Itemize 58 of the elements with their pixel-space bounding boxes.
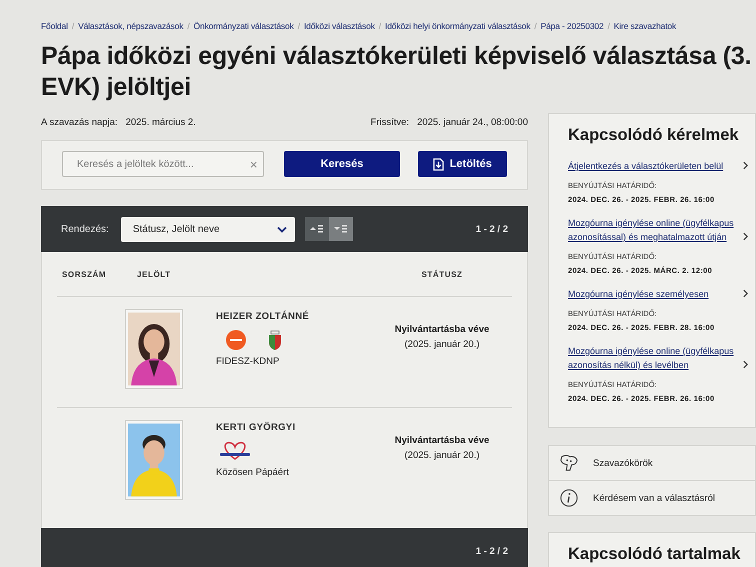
request-link[interactable]: Átjelentkezés a választókerületen belül	[568, 159, 748, 173]
column-header: STÁTUSZ	[420, 270, 464, 278]
chevron-down-icon	[276, 226, 287, 232]
breadcrumb-separator: /	[298, 21, 300, 31]
card-title: Kapcsolódó kérelmek	[568, 126, 740, 145]
column-header: SORSZÁM	[61, 270, 108, 278]
candidate-name: KERTI GYÖRGYI	[216, 422, 296, 433]
heart-logo-icon	[218, 441, 252, 461]
breadcrumb-link[interactable]: Főoldal	[41, 21, 68, 31]
result-count: 1 - 2 / 2	[476, 546, 508, 556]
chevron-right-icon	[743, 360, 748, 369]
sort-ascending-icon	[310, 225, 324, 233]
shield-icon	[268, 330, 282, 350]
breadcrumb-separator: /	[534, 21, 537, 31]
date-value: 2025. március 2.	[126, 117, 196, 128]
breadcrumb-link[interactable]: Választások, népszavazások	[78, 21, 184, 31]
map-icon	[559, 454, 579, 472]
request-link[interactable]: Mozgóurna igénylése online (ügyfélkapus azonosítással) és meghatalmazott útján	[568, 216, 748, 244]
breadcrumb-link[interactable]: Önkormányzati választások	[194, 21, 294, 31]
sort-label: Rendezés:	[61, 224, 109, 234]
card-title: Kapcsolódó tartalmak	[568, 545, 742, 564]
sort-descending-icon	[334, 225, 348, 233]
search-button[interactable]: Keresés	[284, 151, 400, 177]
status-text: Nyilvántartásba véve	[394, 324, 490, 335]
status-date: (2025. január 20.)	[404, 450, 480, 461]
status-date: (2025. január 20.)	[404, 339, 480, 350]
candidate-name: HEIZER ZOLTÁNNÉ	[216, 311, 310, 322]
page-title: Pápa időközi egyéni választókerületi képviselő választása (3. EVK) jelöltjei	[41, 41, 752, 103]
chevron-right-icon	[743, 232, 748, 241]
shortcut-link[interactable]: Szavazókörök	[549, 446, 755, 480]
result-count: 1 - 2 / 2	[476, 224, 508, 234]
breadcrumb-separator: /	[187, 21, 190, 31]
column-header: JELÖLT	[137, 270, 172, 278]
breadcrumb-separator: /	[378, 21, 382, 31]
breadcrumb-separator: /	[608, 21, 610, 31]
breadcrumb-separator: /	[72, 21, 74, 31]
party-logo-icon	[226, 330, 246, 350]
sort-ascending-button[interactable]	[304, 217, 329, 241]
download-icon	[432, 158, 444, 170]
breadcrumb-link[interactable]: Időközi helyi önkormányzati választások	[385, 21, 530, 31]
info-icon	[559, 489, 579, 507]
breadcrumb-link[interactable]: Időközi választások	[304, 21, 375, 31]
date-label: Frissítve:	[370, 117, 410, 128]
party-name: FIDESZ-KDNP	[216, 356, 280, 367]
sort-dropdown[interactable]: Státusz, Jelölt neve	[120, 216, 295, 242]
breadcrumb-link[interactable]: Pápa - 20250302	[540, 21, 604, 31]
status-text: Nyilvántartásba véve	[394, 435, 490, 446]
shortcut-link[interactable]: Kérdésem van a választásról	[549, 480, 755, 515]
request-link[interactable]: Mozgóurna igénylése személyesen	[568, 287, 748, 301]
sort-descending-button[interactable]	[328, 217, 353, 241]
date-label: A szavazás napja:	[41, 117, 118, 128]
chevron-right-icon	[743, 161, 748, 170]
date-value: 2025. január 24., 08:00:00	[417, 117, 528, 128]
chevron-right-icon	[743, 289, 748, 298]
download-button[interactable]: Letöltés	[418, 151, 507, 177]
breadcrumb-link[interactable]: Kire szavazhatok	[614, 21, 676, 31]
party-name: Közösen Pápáért	[216, 467, 290, 478]
request-link[interactable]: Mozgóurna igénylése online (ügyfélkapus azonosítás nélkül) és levélben	[568, 344, 748, 372]
